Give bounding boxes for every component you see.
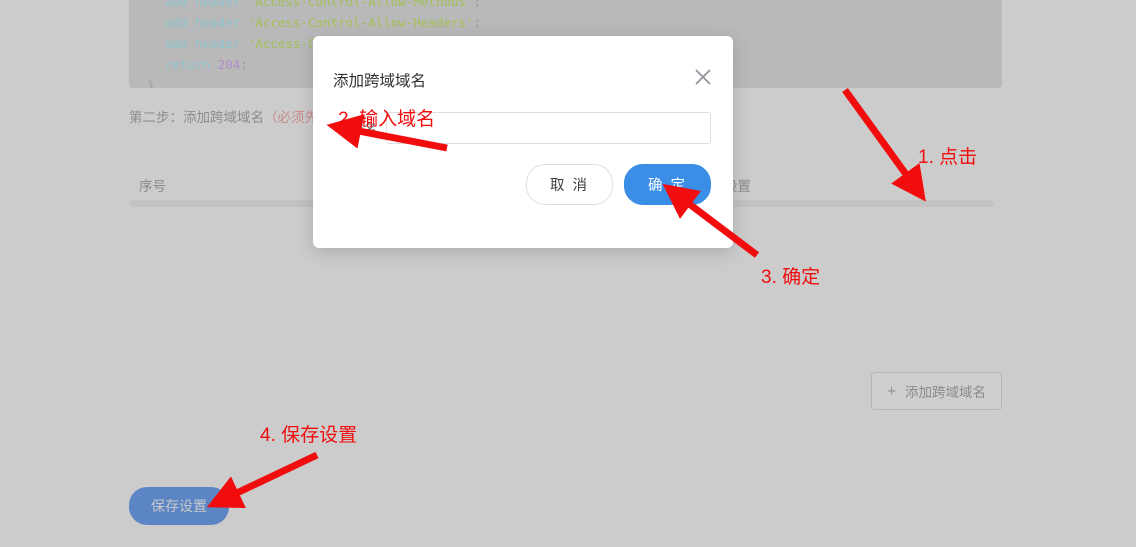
add-cross-domain-dialog: 添加跨域域名 域名 取 消 确 定 bbox=[313, 36, 733, 248]
annotation-label-1: 1. 点击 bbox=[918, 147, 978, 168]
dialog-footer: 取 消 确 定 bbox=[313, 144, 733, 205]
code-token: return bbox=[165, 56, 218, 72]
annotation-label-2: 2. 输入域名 bbox=[338, 109, 436, 130]
close-icon[interactable] bbox=[692, 66, 714, 88]
cancel-button[interactable]: 取 消 bbox=[525, 164, 613, 205]
code-token: add_header bbox=[165, 35, 248, 51]
save-settings-button[interactable]: 保存设置 bbox=[129, 487, 229, 525]
dialog-title: 添加跨域域名 bbox=[333, 73, 427, 90]
code-line: add_header 'Access-Control-Allow-Methods… bbox=[129, 0, 1002, 13]
dialog-header: 添加跨域域名 bbox=[313, 36, 733, 91]
code-line: add_header 'Access-Control-Allow-Headers… bbox=[129, 13, 1002, 34]
plus-icon: + bbox=[887, 382, 896, 400]
code-token: 204 bbox=[217, 56, 241, 72]
add-cross-domain-button[interactable]: + 添加跨域域名 bbox=[871, 372, 1002, 410]
code-token: 'Access-Control-Allow-Methods' bbox=[247, 0, 474, 10]
screenshot-root: if ($request_method = 'OPTIONS') {add_he… bbox=[0, 0, 1136, 547]
table-header-index-label: 序号 bbox=[139, 179, 166, 194]
code-token: } bbox=[147, 77, 155, 88]
step-two-main-text: 第二步：添加跨域域名 bbox=[129, 110, 264, 125]
annotation-label-4: 4. 保存设置 bbox=[260, 425, 358, 446]
confirm-button[interactable]: 确 定 bbox=[623, 164, 711, 205]
code-token: add_header bbox=[165, 0, 248, 10]
add-cross-domain-button-label: 添加跨域域名 bbox=[905, 385, 986, 400]
code-token: add_header bbox=[165, 15, 248, 31]
code-token: 'Access-Control-Allow-Headers' bbox=[247, 15, 474, 31]
code-token: ; bbox=[473, 0, 482, 10]
code-token: ; bbox=[473, 15, 482, 31]
column-separator bbox=[714, 200, 994, 207]
code-token: ; bbox=[240, 56, 248, 72]
annotation-label-3: 3. 确定 bbox=[761, 267, 821, 288]
table-header-settings[interactable]: 设置 bbox=[714, 165, 1002, 207]
